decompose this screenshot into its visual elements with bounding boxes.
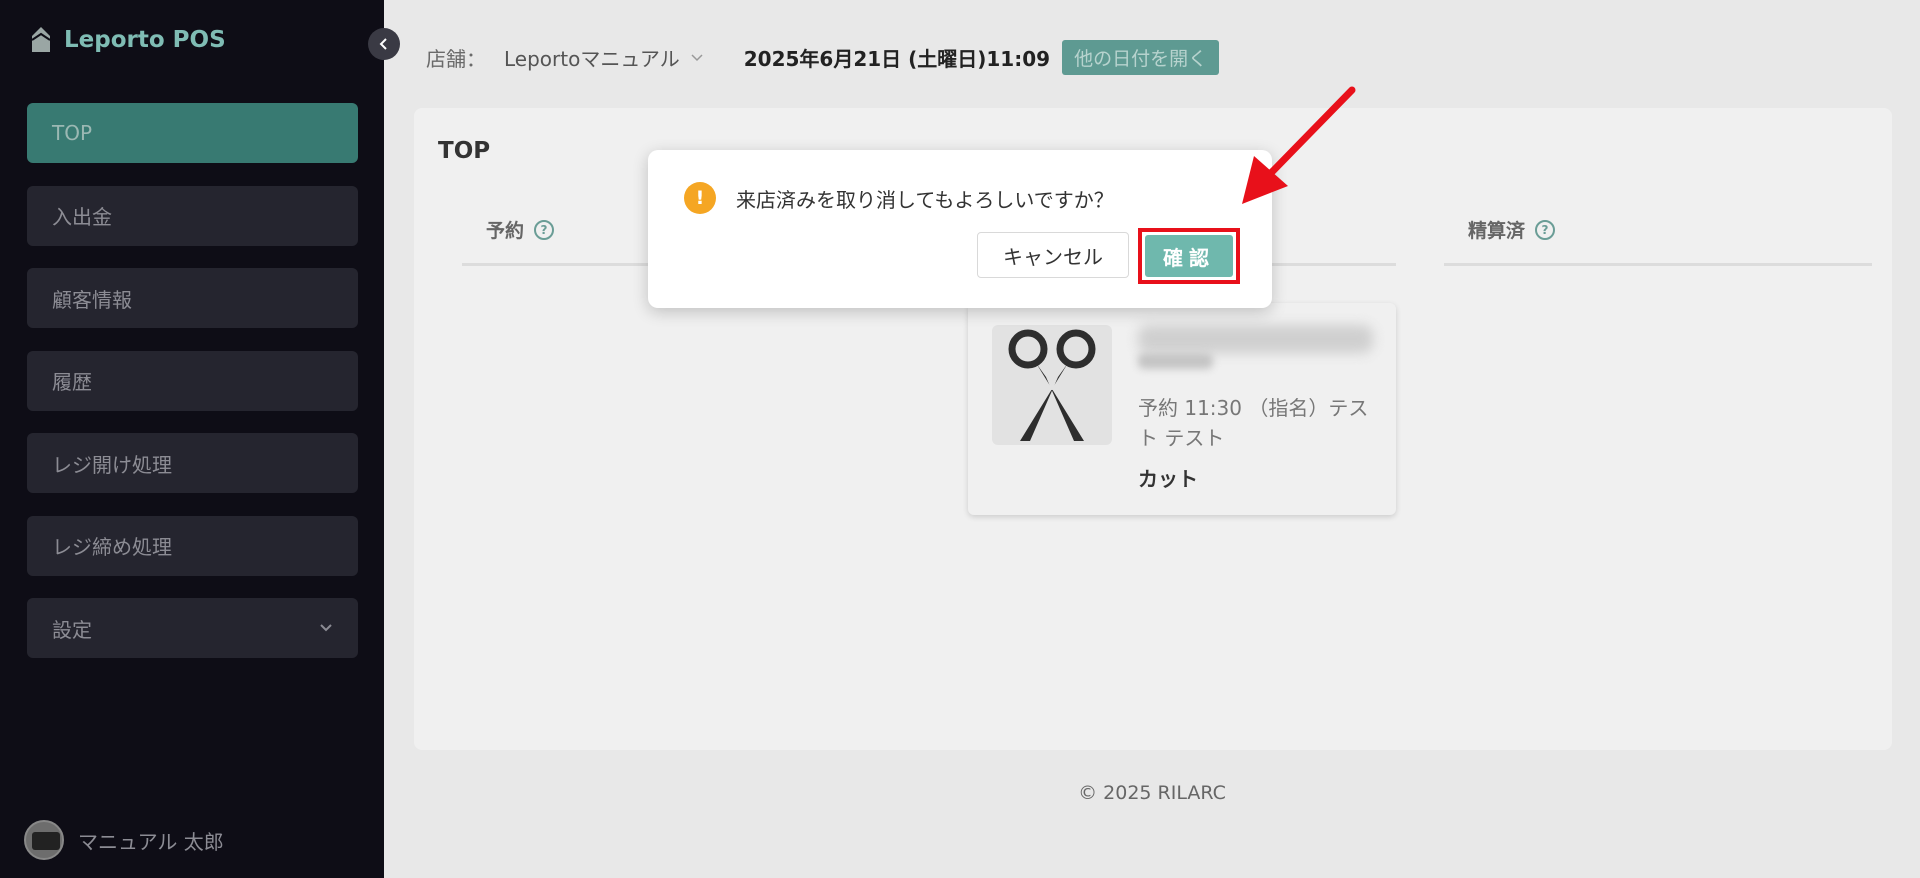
highlight-box: 確認 [1138,228,1240,284]
confirm-dialog: ! 来店済みを取り消してもよろしいですか？ キャンセル 確認 [648,150,1272,308]
sidebar-collapse-button[interactable] [368,28,400,60]
warning-icon: ! [684,182,716,214]
dialog-message: 来店済みを取り消してもよろしいですか？ [736,188,1114,212]
cancel-button[interactable]: キャンセル [977,232,1129,278]
confirm-button[interactable]: 確認 [1145,235,1233,277]
chevron-left-icon [379,38,387,50]
modal-overlay [0,0,1920,878]
annotation-arrow-icon [1242,86,1356,204]
